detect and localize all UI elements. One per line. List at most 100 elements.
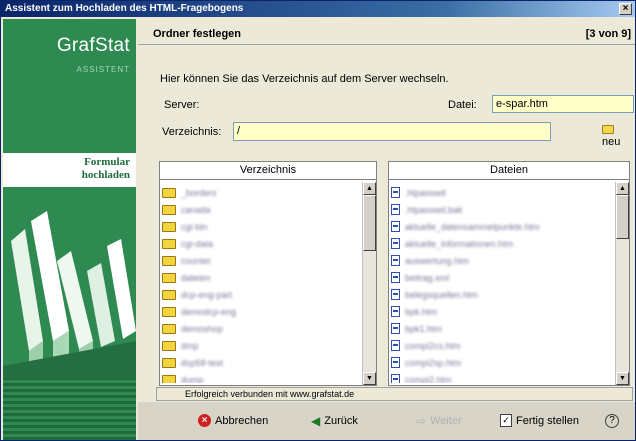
finish-button[interactable]: ✓ Fertig stellen xyxy=(500,414,579,427)
list-item[interactable]: dump xyxy=(162,371,361,383)
wizard-window: Assistent zum Hochladen des HTML-Fragebo… xyxy=(0,0,636,441)
list-item[interactable]: dateien xyxy=(162,269,361,286)
file-list-header: Dateien xyxy=(389,162,629,180)
list-item[interactable]: auswertung.htm xyxy=(391,252,614,269)
folder-scrollbar[interactable]: ▲ ▼ xyxy=(362,182,376,385)
folder-icon xyxy=(162,187,176,198)
file-icon xyxy=(391,374,400,383)
folder-icon xyxy=(162,323,176,334)
list-item[interactable]: dcp-eng-part xyxy=(162,286,361,303)
datei-label: Datei: xyxy=(448,99,477,111)
new-folder-icon xyxy=(602,125,614,134)
scroll-down-button[interactable]: ▼ xyxy=(363,372,376,385)
folder-icon xyxy=(162,272,176,283)
list-item[interactable]: beitrag.xml xyxy=(391,269,614,286)
folder-icon xyxy=(162,204,176,215)
file-icon xyxy=(391,221,400,232)
folder-icon xyxy=(162,357,176,368)
brand-subtitle: ASSISTENT xyxy=(76,65,130,74)
list-item[interactable]: aktuelle_informationen.htm xyxy=(391,235,614,252)
main-panel: Ordner festlegen [3 von 9] Hier können S… xyxy=(138,19,635,440)
folder-icon xyxy=(162,289,176,300)
file-icon xyxy=(391,272,400,283)
list-item[interactable]: .htpasswd xyxy=(391,184,614,201)
folder-rows: _borders canada cgi-bin cgi-data counter… xyxy=(162,184,361,383)
list-item[interactable]: canada xyxy=(162,201,361,218)
folder-icon xyxy=(162,374,176,383)
cancel-icon: × xyxy=(198,414,211,427)
file-rows: .htpasswd .htpasswd.bak aktuelle_datensa… xyxy=(391,184,614,383)
close-button[interactable]: × xyxy=(619,3,632,15)
list-item[interactable]: bpk1.htm xyxy=(391,320,614,337)
help-button[interactable]: ? xyxy=(605,414,619,428)
file-icon xyxy=(391,306,400,317)
title-bar: Assistent zum Hochladen des HTML-Fragebo… xyxy=(1,1,635,17)
header: Ordner festlegen [3 von 9] xyxy=(138,19,635,45)
list-item[interactable]: counter xyxy=(162,252,361,269)
file-icon xyxy=(391,340,400,351)
server-label: Server: xyxy=(164,99,200,111)
folder-icon xyxy=(162,340,176,351)
step-counter: [3 von 9] xyxy=(585,28,631,40)
verzeichnis-label: Verzeichnis: xyxy=(162,126,222,138)
back-button[interactable]: ◀ Zurück xyxy=(311,414,358,428)
status-bar: Erfolgreich verbunden mit www.grafstat.d… xyxy=(156,387,633,401)
folder-icon xyxy=(162,221,176,232)
file-icon xyxy=(391,357,400,368)
next-label: Weiter xyxy=(430,415,462,427)
list-item[interactable]: compi2sp.htm xyxy=(391,354,614,371)
file-icon xyxy=(391,187,400,198)
bar-chart-graphic xyxy=(3,211,136,391)
list-item[interactable]: _borders xyxy=(162,184,361,201)
sidebar-pattern xyxy=(3,379,136,440)
file-icon xyxy=(391,204,400,215)
list-item[interactable]: belegsquellen.htm xyxy=(391,286,614,303)
folder-list-header: Verzeichnis xyxy=(160,162,376,180)
list-item[interactable]: dmp xyxy=(162,337,361,354)
list-item[interactable]: dsp58-test xyxy=(162,354,361,371)
folder-icon xyxy=(162,238,176,249)
arrow-left-icon: ◀ xyxy=(311,414,321,428)
datei-field[interactable]: e-spar.htm xyxy=(492,95,634,113)
cancel-button[interactable]: × Abbrechen xyxy=(198,414,268,427)
file-icon xyxy=(391,289,400,300)
scroll-thumb[interactable] xyxy=(363,195,376,251)
list-item[interactable]: cgi-data xyxy=(162,235,361,252)
step-line-2: hochladen xyxy=(81,169,130,181)
description-text: Hier können Sie das Verzeichnis auf dem … xyxy=(160,73,449,85)
file-icon xyxy=(391,323,400,334)
page-title: Ordner festlegen xyxy=(153,28,242,40)
new-folder-button[interactable]: neu xyxy=(602,124,635,148)
finish-icon: ✓ xyxy=(500,414,512,427)
list-item[interactable]: compi2cs.htm xyxy=(391,337,614,354)
folder-icon xyxy=(162,255,176,266)
file-list[interactable]: Dateien .htpasswd .htpasswd.bak aktuelle… xyxy=(388,161,630,386)
scroll-down-button[interactable]: ▼ xyxy=(616,372,629,385)
list-item[interactable]: .htpasswd.bak xyxy=(391,201,614,218)
scroll-up-button[interactable]: ▲ xyxy=(363,182,376,195)
current-step-box: Formular hochladen xyxy=(3,153,136,187)
back-label: Zurück xyxy=(324,415,358,427)
window-title: Assistent zum Hochladen des HTML-Fragebo… xyxy=(5,3,244,14)
list-item[interactable]: bpk.htm xyxy=(391,303,614,320)
file-scrollbar[interactable]: ▲ ▼ xyxy=(615,182,629,385)
scroll-up-button[interactable]: ▲ xyxy=(616,182,629,195)
finish-label: Fertig stellen xyxy=(516,414,579,427)
next-button[interactable]: ⇨ Weiter xyxy=(416,414,462,428)
list-item[interactable]: demoshop xyxy=(162,320,361,337)
list-item[interactable]: demodcp-eng xyxy=(162,303,361,320)
arrow-right-icon: ⇨ xyxy=(416,414,427,428)
file-icon xyxy=(391,255,400,266)
scroll-thumb[interactable] xyxy=(616,195,629,239)
help-icon: ? xyxy=(605,414,619,428)
brand-title: GrafStat xyxy=(56,35,130,56)
file-icon xyxy=(391,238,400,249)
new-folder-label: neu xyxy=(602,136,621,148)
folder-icon xyxy=(162,306,176,317)
list-item[interactable]: cgi-bin xyxy=(162,218,361,235)
verzeichnis-field[interactable]: / xyxy=(233,122,551,141)
cancel-label: Abbrechen xyxy=(215,414,269,427)
list-item[interactable]: aktuelle_datensammelpunkte.htm xyxy=(391,218,614,235)
folder-list[interactable]: Verzeichnis _borders canada cgi-bin cgi-… xyxy=(159,161,377,386)
list-item[interactable]: compi2.htm xyxy=(391,371,614,383)
